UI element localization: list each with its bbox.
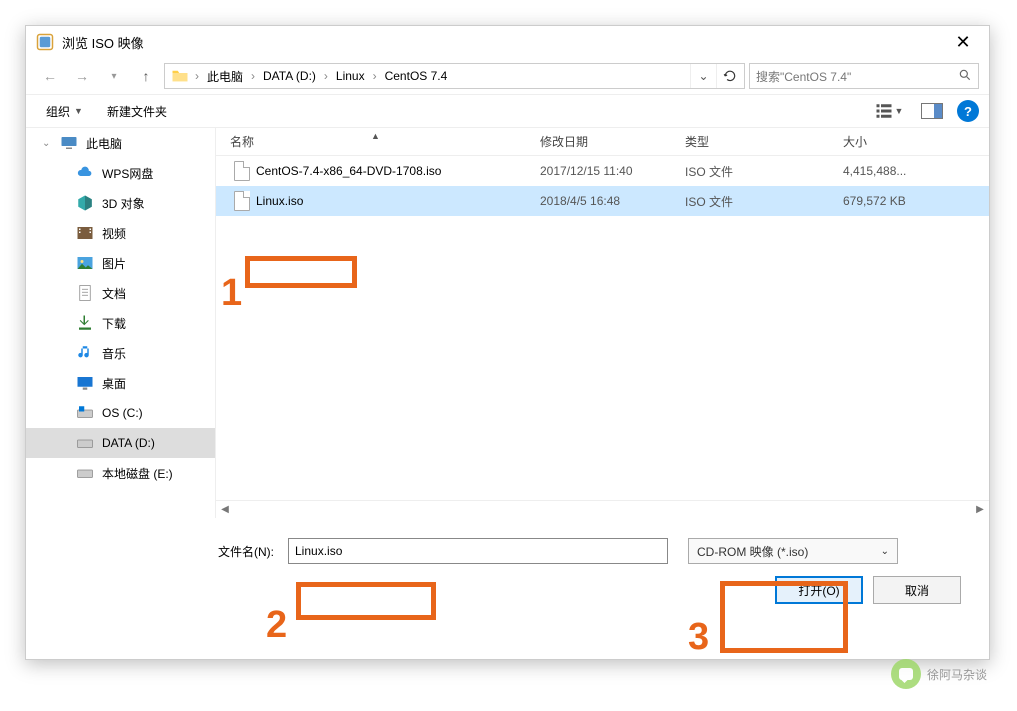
titlebar: 浏览 ISO 映像 ✕ <box>26 26 989 58</box>
preview-pane-button[interactable] <box>917 98 947 124</box>
window-title: 浏览 ISO 映像 <box>62 33 941 52</box>
breadcrumb-item[interactable]: DATA (D:) <box>257 64 322 88</box>
search-icon <box>958 68 972 85</box>
music-icon <box>76 344 94 362</box>
nav-recent-button[interactable]: ▾ <box>100 62 128 90</box>
nav-up-button[interactable]: ↑ <box>132 62 160 90</box>
help-button[interactable]: ? <box>957 100 979 122</box>
watermark-text: 徐阿马杂谈 <box>927 666 987 683</box>
sidebar-item-pictures[interactable]: 图片 <box>26 248 215 278</box>
sidebar-item-desktop[interactable]: 桌面 <box>26 368 215 398</box>
scroll-right-icon[interactable]: ▶ <box>971 504 989 515</box>
column-type[interactable]: 类型 <box>671 133 829 150</box>
folder-icon <box>171 67 189 85</box>
drive-icon <box>76 434 94 452</box>
sidebar-item-music[interactable]: 音乐 <box>26 338 215 368</box>
main-area: ⌄ 此电脑 WPS网盘 3D 对象 视频 图片 文档 <box>26 128 989 518</box>
file-icon <box>234 161 250 181</box>
refresh-button[interactable] <box>716 64 742 88</box>
watermark: 徐阿马杂谈 <box>891 659 987 689</box>
breadcrumb-sep: › <box>193 69 201 83</box>
chevron-down-icon: ▼ <box>895 106 904 116</box>
breadcrumb-item[interactable]: CentOS 7.4 <box>379 64 454 88</box>
file-row-selected[interactable]: Linux.iso 2018/4/5 16:48 ISO 文件 679,572 … <box>216 186 989 216</box>
drive-icon <box>76 464 94 482</box>
sidebar: ⌄ 此电脑 WPS网盘 3D 对象 视频 图片 文档 <box>26 128 216 518</box>
chevron-down-icon: ⌄ <box>881 546 889 557</box>
nav-back-button[interactable]: ← <box>36 62 64 90</box>
nav-forward-button: → <box>68 62 96 90</box>
cancel-button[interactable]: 取消 <box>873 576 961 604</box>
breadcrumb-item[interactable]: 此电脑 <box>201 64 249 88</box>
new-folder-button[interactable]: 新建文件夹 <box>97 99 177 124</box>
breadcrumb-sep: › <box>249 69 257 83</box>
pictures-icon <box>76 254 94 272</box>
organize-button[interactable]: 组织 ▼ <box>36 99 93 124</box>
breadcrumb-item[interactable]: Linux <box>330 64 371 88</box>
sidebar-item-data-d[interactable]: DATA (D:) <box>26 428 215 458</box>
sidebar-item-wps[interactable]: WPS网盘 <box>26 158 215 188</box>
breadcrumb-sep: › <box>322 69 330 83</box>
sidebar-item-downloads[interactable]: 下载 <box>26 308 215 338</box>
annotation-number-3: 3 <box>688 616 709 659</box>
close-button[interactable]: ✕ <box>941 27 985 57</box>
filetype-dropdown[interactable]: CD-ROM 映像 (*.iso) ⌄ <box>688 538 898 564</box>
sidebar-item-videos[interactable]: 视频 <box>26 218 215 248</box>
bottom-panel: 文件名(N): CD-ROM 映像 (*.iso) ⌄ 打开(O) 取消 <box>26 518 989 614</box>
breadcrumb-bar[interactable]: › 此电脑 › DATA (D:) › Linux › CentOS 7.4 ⌄ <box>164 63 745 89</box>
wechat-icon <box>891 659 921 689</box>
app-icon <box>36 33 54 51</box>
sidebar-item-documents[interactable]: 文档 <box>26 278 215 308</box>
file-list-pane: 名称 ▲ 修改日期 类型 大小 CentOS-7.4-x86_64-DVD-17… <box>216 128 989 518</box>
navigation-row: ← → ▾ ↑ › 此电脑 › DATA (D:) › Linux › Cent… <box>26 58 989 94</box>
sort-asc-icon: ▲ <box>371 131 380 141</box>
file-row[interactable]: CentOS-7.4-x86_64-DVD-1708.iso 2017/12/1… <box>216 156 989 186</box>
column-name[interactable]: 名称 ▲ <box>216 133 526 150</box>
tree-collapse-icon[interactable]: ⌄ <box>42 138 50 149</box>
scroll-left-icon[interactable]: ◀ <box>216 504 234 515</box>
search-input[interactable]: 搜索"CentOS 7.4" <box>749 63 979 89</box>
file-list-header: 名称 ▲ 修改日期 类型 大小 <box>216 128 989 156</box>
breadcrumb-sep: › <box>371 69 379 83</box>
video-icon <box>76 224 94 242</box>
preview-pane-icon <box>921 103 943 119</box>
view-options-button[interactable]: ▼ <box>865 102 913 120</box>
drive-win-icon <box>76 404 94 422</box>
view-list-icon <box>875 102 893 120</box>
filename-input[interactable] <box>288 538 668 564</box>
sidebar-item-local-e[interactable]: 本地磁盘 (E:) <box>26 458 215 488</box>
horizontal-scrollbar[interactable]: ◀ ▶ <box>216 500 989 518</box>
open-button[interactable]: 打开(O) <box>775 576 863 604</box>
search-placeholder: 搜索"CentOS 7.4" <box>756 68 851 85</box>
desktop-icon <box>76 374 94 392</box>
sidebar-item-os-c[interactable]: OS (C:) <box>26 398 215 428</box>
3d-icon <box>76 194 94 212</box>
chevron-down-icon: ▼ <box>74 106 83 116</box>
column-date[interactable]: 修改日期 <box>526 133 671 150</box>
documents-icon <box>76 284 94 302</box>
file-icon <box>234 191 250 211</box>
cloud-icon <box>76 164 94 182</box>
sidebar-item-3d[interactable]: 3D 对象 <box>26 188 215 218</box>
toolbar: 组织 ▼ 新建文件夹 ▼ ? <box>26 94 989 128</box>
sidebar-item-this-pc[interactable]: ⌄ 此电脑 <box>26 128 215 158</box>
filename-label: 文件名(N): <box>46 543 288 560</box>
dialog-window: 浏览 ISO 映像 ✕ ← → ▾ ↑ › 此电脑 › DATA (D:) › … <box>25 25 990 660</box>
pc-icon <box>60 134 78 152</box>
download-icon <box>76 314 94 332</box>
breadcrumb-dropdown-button[interactable]: ⌄ <box>690 64 716 88</box>
column-size[interactable]: 大小 <box>829 133 989 150</box>
